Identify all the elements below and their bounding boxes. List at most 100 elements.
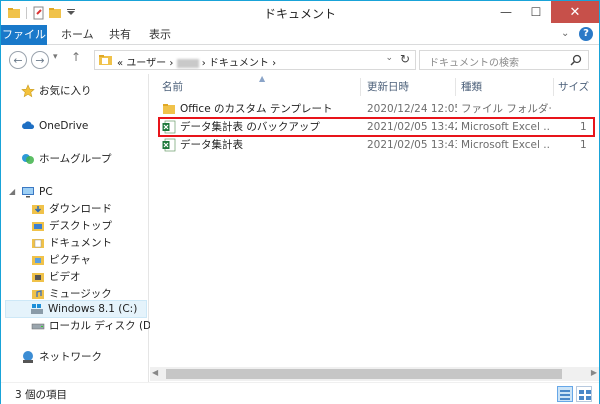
column-divider[interactable] <box>553 78 554 96</box>
file-date: 2021/02/05 13:42 <box>367 121 457 133</box>
column-header-type[interactable]: 種類 <box>461 78 482 96</box>
column-header-size[interactable]: サイズ <box>558 78 589 96</box>
file-row[interactable]: データ集計表 2021/02/05 13:43 Microsoft Excel … <box>150 136 599 154</box>
refresh-icon[interactable]: ↻ <box>400 52 410 66</box>
window-controls: — ☐ ✕ <box>491 1 599 23</box>
file-name-cell: データ集計表 <box>162 136 362 154</box>
expand-arrow-icon[interactable]: ◢ <box>9 187 15 196</box>
explorer-window: ドキュメント — ☐ ✕ ファイル ホーム 共有 表示 ⌄ ? ← → ▾ ↑ … <box>0 0 600 404</box>
column-divider[interactable] <box>360 78 361 96</box>
nav-label: Windows 8.1 (C:) <box>48 303 138 315</box>
folder-icon <box>99 55 112 65</box>
nav-label: ピクチャ <box>49 254 91 266</box>
up-button[interactable]: ↑ <box>71 50 81 64</box>
back-button[interactable]: ← <box>9 51 27 69</box>
computer-icon <box>22 187 34 198</box>
nav-item-favorites[interactable]: お気に入り <box>21 82 92 100</box>
videos-folder-icon <box>32 273 44 282</box>
drive-icon <box>31 323 45 330</box>
column-header-name[interactable]: 名前 <box>162 78 183 96</box>
folder-icon <box>163 104 175 114</box>
expand-ribbon-icon[interactable]: ⌄ <box>561 28 573 40</box>
file-type: Microsoft Excel ... <box>461 139 551 151</box>
search-placeholder: ドキュメントの検索 <box>429 58 519 69</box>
details-view-button[interactable] <box>557 386 573 402</box>
nav-label: ネットワーク <box>39 351 102 363</box>
maximize-button[interactable]: ☐ <box>521 1 551 23</box>
nav-item-drive-d[interactable]: ローカル ディスク (D:) <box>31 317 159 335</box>
documents-folder-icon <box>32 239 44 248</box>
nav-label: ダウンロード <box>49 203 112 215</box>
search-icon[interactable] <box>570 54 582 66</box>
title-bar: ドキュメント — ☐ ✕ <box>1 1 599 25</box>
nav-item-pc[interactable]: PC <box>21 183 53 201</box>
address-dropdown-icon[interactable]: ⌄ <box>385 53 393 63</box>
nav-item-drive-c[interactable]: Windows 8.1 (C:) <box>5 300 147 318</box>
file-type: ファイル フォルダー <box>461 103 551 115</box>
sort-ascending-icon: ▲ <box>259 74 266 83</box>
forward-button[interactable]: → <box>31 51 49 69</box>
tab-file[interactable]: ファイル <box>1 25 47 45</box>
breadcrumb-separator[interactable]: › <box>202 58 206 69</box>
downloads-folder-icon <box>32 205 44 214</box>
pictures-folder-icon <box>32 256 44 265</box>
nav-label: デスクトップ <box>49 220 112 232</box>
search-box[interactable]: ドキュメントの検索 <box>419 50 589 70</box>
recent-locations-button[interactable]: ▾ <box>53 52 58 62</box>
file-name: データ集計表 <box>180 139 243 151</box>
status-bar: 3 個の項目 <box>1 382 599 404</box>
navigation-bar: ← → ▾ ↑ « ユーザー › › ドキュメント › ⌄ ↻ ドキュメントの検… <box>1 46 599 74</box>
nav-label: お気に入り <box>39 85 92 97</box>
file-date: 2020/12/24 12:05 <box>367 103 457 115</box>
address-bar[interactable]: « ユーザー › › ドキュメント › ⌄ ↻ <box>94 50 416 70</box>
tab-view[interactable]: 表示 <box>149 25 171 45</box>
scroll-right-icon[interactable]: ▶ <box>591 368 597 377</box>
breadcrumb-separator[interactable]: › <box>169 58 173 69</box>
network-icon <box>23 351 33 363</box>
close-button[interactable]: ✕ <box>551 1 599 23</box>
column-divider[interactable] <box>455 78 456 96</box>
desktop-folder-icon <box>32 222 44 231</box>
horizontal-scrollbar[interactable]: ◀ ▶ <box>150 367 599 381</box>
breadcrumb-item-documents[interactable]: ドキュメント <box>209 58 269 69</box>
large-icons-view-button[interactable] <box>576 386 592 402</box>
file-name-cell: データ集計表 のバックアップ <box>162 118 362 136</box>
nav-label: ビデオ <box>49 271 81 283</box>
nav-item-onedrive[interactable]: OneDrive <box>21 117 88 135</box>
nav-label: ホームグループ <box>39 153 112 165</box>
tab-share[interactable]: 共有 <box>109 25 131 45</box>
help-icon[interactable]: ? <box>579 27 593 41</box>
nav-item-pictures[interactable]: ピクチャ <box>31 251 91 269</box>
file-size: 1 <box>580 139 587 151</box>
nav-item-network[interactable]: ネットワーク <box>21 348 102 366</box>
star-icon <box>21 84 35 98</box>
navigation-pane: お気に入り OneDrive ホームグループ ◢ PC ダウンロード デスクトッ… <box>1 74 159 382</box>
nav-item-desktop[interactable]: デスクトップ <box>31 217 112 235</box>
windows-drive-icon <box>31 304 43 314</box>
tab-home[interactable]: ホーム <box>61 25 94 45</box>
scroll-left-icon[interactable]: ◀ <box>152 368 158 377</box>
ribbon-tabs: ファイル ホーム 共有 表示 ⌄ ? <box>1 25 599 45</box>
file-row[interactable]: Office のカスタム テンプレート 2020/12/24 12:05 ファイ… <box>150 100 599 118</box>
scrollbar-thumb[interactable] <box>166 369 562 379</box>
nav-item-homegroup[interactable]: ホームグループ <box>21 150 112 168</box>
nav-label: ローカル ディスク (D:) <box>49 320 159 332</box>
cloud-icon <box>22 121 35 129</box>
file-list: 名前 ▲ 更新日時 種類 サイズ Office のカスタム テンプレート 202… <box>150 74 599 382</box>
column-header-date[interactable]: 更新日時 <box>367 78 409 96</box>
breadcrumb-separator[interactable]: › <box>272 58 276 69</box>
nav-item-documents[interactable]: ドキュメント <box>31 234 112 252</box>
nav-label: ドキュメント <box>49 237 112 249</box>
breadcrumb[interactable]: « ユーザー › › ドキュメント › <box>117 54 276 69</box>
breadcrumb-overflow[interactable]: « <box>117 58 123 69</box>
breadcrumb-item-redacted[interactable] <box>176 58 199 68</box>
nav-item-downloads[interactable]: ダウンロード <box>31 200 112 218</box>
nav-label: PC <box>39 186 53 198</box>
nav-item-videos[interactable]: ビデオ <box>31 268 81 286</box>
file-type: Microsoft Excel ... <box>461 121 551 133</box>
breadcrumb-item-users[interactable]: ユーザー <box>126 58 166 69</box>
file-row[interactable]: データ集計表 のバックアップ 2021/02/05 13:42 Microsof… <box>150 118 599 136</box>
homegroup-icon <box>22 154 34 164</box>
minimize-button[interactable]: — <box>491 1 521 23</box>
file-name-cell: Office のカスタム テンプレート <box>162 100 362 118</box>
